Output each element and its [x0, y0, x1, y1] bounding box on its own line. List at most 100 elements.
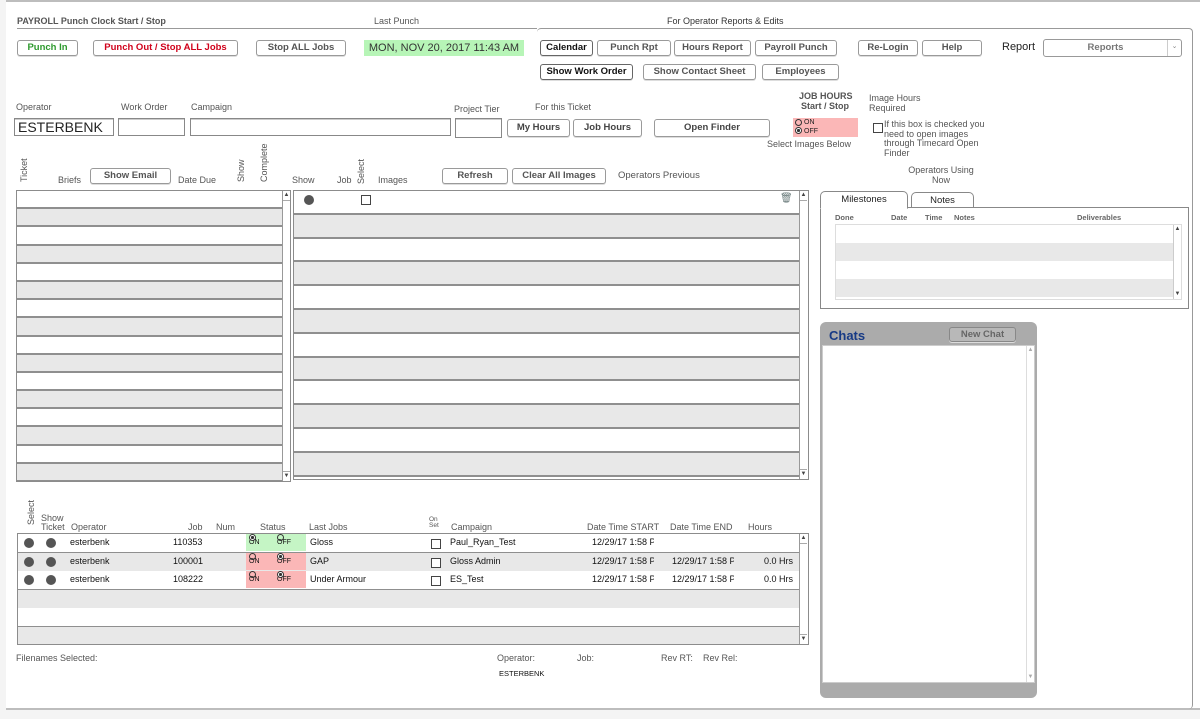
list-row[interactable] [17, 264, 282, 282]
list-row[interactable] [294, 214, 799, 239]
list-row[interactable] [294, 309, 799, 334]
tab-milestones[interactable]: Milestones [820, 191, 908, 209]
jobs-scrollbar[interactable]: ▲ ▼ [799, 534, 808, 644]
job-hours-on-option[interactable]: ON [793, 119, 858, 127]
list-row[interactable] [17, 227, 282, 246]
scroll-up-icon[interactable]: ▲ [283, 191, 290, 201]
help-button[interactable]: Help [922, 40, 982, 56]
table-row[interactable]: esterbenk 110353 ON OFF Gloss Paul_Ryan_Tes… [18, 534, 799, 554]
trash-icon[interactable]: 🗑 [780, 193, 793, 204]
show-ticket-dot-icon[interactable] [46, 556, 56, 567]
employees-button[interactable]: Employees [762, 64, 839, 80]
status-toggle[interactable]: ON OFF [246, 571, 306, 588]
list-row[interactable] [17, 373, 282, 392]
table-row[interactable] [18, 589, 799, 610]
calendar-button[interactable]: Calendar [540, 40, 593, 56]
image-hours-checkbox[interactable] [873, 123, 883, 133]
punch-rpt-button[interactable]: Punch Rpt [597, 40, 671, 56]
show-work-order-button[interactable]: Show Work Order [540, 64, 633, 80]
list-row[interactable] [17, 354, 282, 373]
campaign-field[interactable] [190, 118, 451, 136]
select-dot-icon[interactable] [24, 538, 34, 548]
list-row[interactable] [17, 391, 282, 410]
reports-select[interactable]: Reports ⌄ [1043, 39, 1182, 57]
list-row[interactable] [17, 446, 282, 464]
status-on-option[interactable]: ON [249, 534, 260, 551]
list-row[interactable] [294, 405, 799, 429]
select-dot-icon[interactable] [24, 575, 34, 585]
on-set-checkbox[interactable] [431, 576, 441, 586]
scroll-up-icon[interactable]: ▲ [800, 534, 807, 544]
list-row[interactable] [17, 318, 282, 337]
tickets-scrollbar[interactable]: ▲ ▼ [282, 191, 290, 481]
show-ticket-dot-icon[interactable] [46, 575, 56, 585]
jobs-table[interactable]: esterbenk 110353 ON OFF Gloss Paul_Ryan_Tes… [17, 533, 809, 645]
chat-messages[interactable]: ▲ ▼ [822, 345, 1035, 683]
job-hours-button[interactable]: Job Hours [573, 119, 642, 137]
list-row[interactable] [17, 463, 282, 481]
show-contact-sheet-button[interactable]: Show Contact Sheet [643, 64, 756, 80]
scroll-down-icon[interactable]: ▼ [283, 471, 290, 481]
list-row[interactable] [17, 427, 282, 446]
open-finder-button[interactable]: Open Finder [654, 119, 770, 137]
project-tier-field[interactable] [455, 118, 502, 138]
list-row[interactable] [294, 334, 799, 358]
status-off-option[interactable]: OFF [277, 534, 291, 551]
relogin-button[interactable]: Re-Login [858, 40, 918, 56]
list-row[interactable] [294, 357, 799, 382]
scroll-up-icon[interactable]: ▲ [800, 191, 807, 201]
table-row[interactable] [18, 608, 799, 628]
my-hours-button[interactable]: My Hours [507, 119, 570, 137]
stop-all-jobs-button[interactable]: Stop ALL Jobs [256, 40, 346, 56]
scroll-up-icon[interactable]: ▲ [1174, 225, 1181, 234]
list-row[interactable] [294, 286, 799, 310]
show-dot-icon[interactable] [304, 195, 314, 205]
milestones-list[interactable]: ▲ ▼ [835, 224, 1182, 300]
table-row[interactable]: esterbenk 100001 ON OFF GAP Gloss Admin 12/2… [18, 552, 799, 573]
status-off-option[interactable]: OFF [277, 552, 291, 570]
list-row[interactable] [17, 281, 282, 301]
status-on-option[interactable]: ON [249, 552, 260, 570]
list-row[interactable] [17, 191, 282, 210]
list-row[interactable] [17, 300, 282, 319]
table-row[interactable]: esterbenk 108222 ON OFF Under Armour ES_Tes… [18, 571, 799, 591]
status-toggle[interactable]: ON OFF [246, 534, 306, 551]
list-row[interactable] [294, 239, 799, 263]
status-off-option[interactable]: OFF [277, 571, 291, 588]
clear-all-images-button[interactable]: Clear All Images [512, 168, 606, 184]
milestones-scrollbar[interactable]: ▲ ▼ [1173, 225, 1181, 299]
scroll-down-icon[interactable]: ▼ [1174, 290, 1181, 299]
job-hours-toggle[interactable]: ON OFF [793, 118, 858, 137]
scroll-up-icon[interactable]: ▲ [1027, 346, 1034, 355]
show-ticket-dot-icon[interactable] [46, 538, 56, 548]
chat-scrollbar[interactable]: ▲ ▼ [1026, 346, 1034, 682]
punch-out-button[interactable]: Punch Out / Stop ALL Jobs [93, 40, 238, 56]
on-set-checkbox[interactable] [431, 539, 441, 549]
select-checkbox[interactable] [361, 195, 371, 205]
list-row[interactable] [17, 337, 282, 355]
status-toggle[interactable]: ON OFF [246, 552, 306, 570]
job-hours-off-option[interactable]: OFF [793, 127, 858, 135]
list-row[interactable] [294, 381, 799, 406]
tab-notes[interactable]: Notes [911, 192, 974, 208]
images-scrollbar[interactable]: ▲ ▼ [799, 191, 808, 479]
new-chat-button[interactable]: New Chat [949, 327, 1016, 342]
payroll-punch-button[interactable]: Payroll Punch [755, 40, 837, 56]
list-row[interactable] [17, 409, 282, 428]
operator-field[interactable]: ESTERBENK [14, 118, 114, 136]
list-row[interactable] [294, 429, 799, 453]
work-order-field[interactable] [118, 118, 185, 136]
on-set-checkbox[interactable] [431, 557, 441, 568]
scroll-down-icon[interactable]: ▼ [1027, 673, 1034, 682]
hours-report-button[interactable]: Hours Report [674, 40, 751, 56]
punch-in-button[interactable]: Punch In [17, 40, 78, 56]
list-row[interactable] [294, 452, 799, 477]
table-row[interactable] [18, 626, 799, 644]
images-list[interactable]: 🗑 ▲ ▼ [293, 190, 809, 480]
scroll-down-icon[interactable]: ▼ [800, 634, 807, 644]
list-row[interactable] [17, 245, 282, 264]
refresh-button[interactable]: Refresh [442, 168, 508, 184]
select-dot-icon[interactable] [24, 556, 34, 567]
scroll-down-icon[interactable]: ▼ [800, 469, 807, 479]
list-row[interactable] [17, 209, 282, 228]
